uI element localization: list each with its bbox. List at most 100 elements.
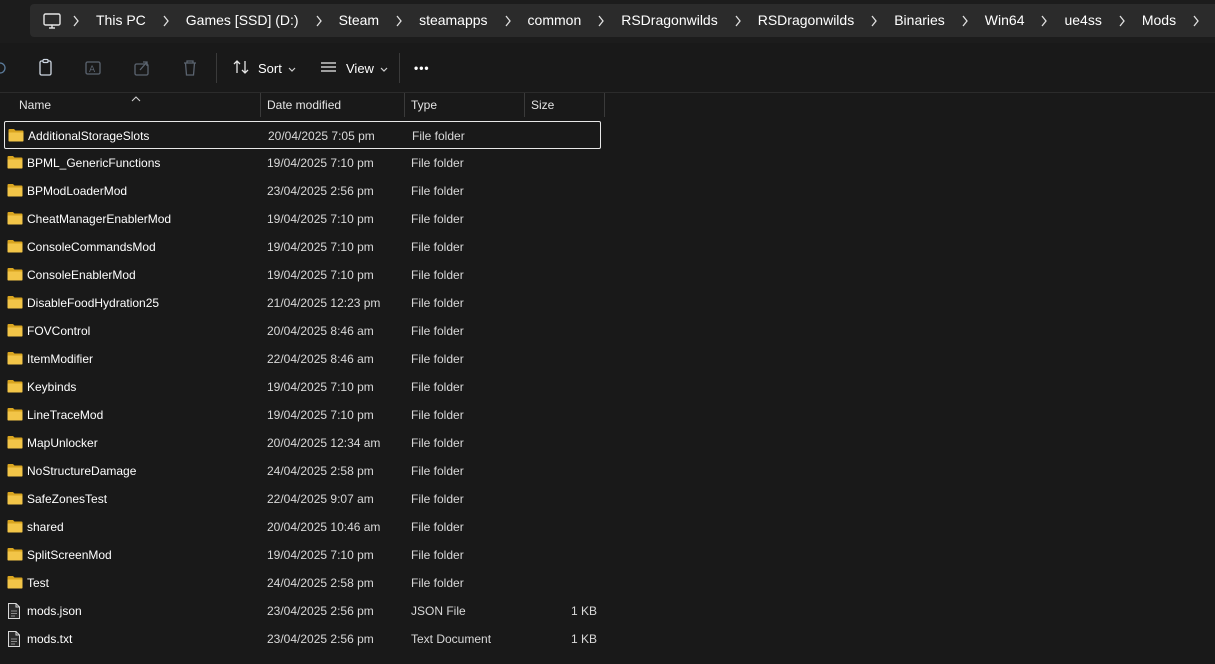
folder-row[interactable]: DisableFoodHydration25 21/04/2025 12:23 p… [4, 289, 601, 317]
folder-icon [7, 519, 23, 536]
more-options-button[interactable]: ••• [414, 55, 430, 81]
breadcrumb-item[interactable]: RSDragonwilds [615, 4, 723, 37]
rename-icon[interactable]: A [84, 58, 104, 78]
chevron-down-icon [380, 61, 388, 76]
view-icon [320, 58, 338, 79]
item-name: MapUnlocker [27, 436, 98, 450]
item-date-modified: 23/04/2025 2:56 pm [267, 632, 374, 646]
item-name: shared [27, 520, 64, 534]
folder-icon [7, 155, 23, 172]
column-header-type[interactable]: Type [405, 93, 524, 117]
file-row[interactable]: mods.json 23/04/2025 2:56 pm JSON File 1 KB [4, 597, 601, 625]
computer-icon [42, 11, 62, 31]
breadcrumb-chevron-icon[interactable] [152, 15, 180, 27]
item-date-modified: 19/04/2025 7:10 pm [267, 380, 374, 394]
address-bar[interactable]: This PC Games [SSD] (D:) Steam steamapps com… [30, 4, 1215, 37]
delete-icon[interactable] [180, 58, 200, 78]
folder-row[interactable]: SafeZonesTest 22/04/2025 9:07 am File fold… [4, 485, 601, 513]
item-date-modified: 19/04/2025 7:10 pm [267, 240, 374, 254]
folder-row[interactable]: shared 20/04/2025 10:46 am File folder [4, 513, 601, 541]
item-name: Test [27, 576, 50, 590]
breadcrumb-chevron-icon[interactable] [587, 15, 615, 27]
breadcrumb-item[interactable]: common [522, 4, 588, 37]
column-header-size[interactable]: Size [525, 93, 604, 117]
command-bar: A Sort View ••• [0, 43, 1215, 93]
folder-row[interactable]: CheatManagerEnablerMod 19/04/2025 7:10 pm… [4, 205, 601, 233]
breadcrumb-item[interactable]: Steam [333, 4, 385, 37]
item-name: LineTraceMod [27, 408, 104, 422]
sort-icon [232, 58, 250, 79]
item-type: File folder [411, 212, 464, 226]
folder-row[interactable]: ConsoleCommandsMod 19/04/2025 7:10 pm File… [4, 233, 601, 261]
item-size: 1 KB [570, 604, 597, 618]
folder-row[interactable]: Test 24/04/2025 2:58 pm File folder [4, 569, 601, 597]
breadcrumb-item[interactable]: Mods [1136, 4, 1182, 37]
item-type: File folder [411, 324, 464, 338]
breadcrumb-item[interactable]: Win64 [979, 4, 1031, 37]
breadcrumb-item[interactable]: Binaries [888, 4, 951, 37]
breadcrumb-chevron-icon[interactable] [951, 15, 979, 27]
item-date-modified: 23/04/2025 2:56 pm [267, 184, 374, 198]
breadcrumb-chevron-icon[interactable] [494, 15, 522, 27]
item-date-modified: 23/04/2025 2:56 pm [267, 604, 374, 618]
folder-icon [7, 407, 23, 424]
breadcrumb-chevron-icon[interactable] [1030, 15, 1058, 27]
breadcrumb-chevron-icon[interactable] [385, 15, 413, 27]
breadcrumb-chevron-icon[interactable] [62, 15, 90, 27]
share-icon[interactable] [132, 58, 152, 78]
item-name: Keybinds [27, 380, 77, 394]
address-bar-area: This PC Games [SSD] (D:) Steam steamapps com… [0, 0, 1215, 43]
item-type: Text Document [411, 632, 492, 646]
folder-row[interactable]: FOVControl 20/04/2025 8:46 am File folder [4, 317, 601, 345]
sort-button[interactable]: Sort [232, 55, 296, 81]
copy-icon[interactable] [36, 58, 56, 78]
item-size: 1 KB [570, 632, 597, 646]
item-name: ConsoleEnablerMod [27, 268, 136, 282]
item-name: ItemModifier [27, 352, 94, 366]
folder-row[interactable]: MapUnlocker 20/04/2025 12:34 am File folde… [4, 429, 601, 457]
folder-row[interactable]: BPML_GenericFunctions 19/04/2025 7:10 pm F… [4, 149, 601, 177]
breadcrumb-chevron-icon[interactable] [724, 15, 752, 27]
breadcrumb-chevron-icon[interactable] [1182, 15, 1210, 27]
item-type: File folder [411, 408, 464, 422]
item-type: File folder [411, 156, 464, 170]
item-name: FOVControl [27, 324, 91, 338]
breadcrumb-item[interactable]: RSDragonwilds [752, 4, 860, 37]
item-type: File folder [411, 464, 464, 478]
item-name: mods.txt [27, 632, 73, 646]
document-icon [7, 603, 21, 622]
item-type: File folder [412, 129, 465, 143]
folder-row[interactable]: NoStructureDamage 24/04/2025 2:58 pm File … [4, 457, 601, 485]
folder-row[interactable]: ItemModifier 22/04/2025 8:46 am File folde… [4, 345, 601, 373]
folder-row[interactable]: SplitScreenMod 19/04/2025 7:10 pm File fol… [4, 541, 601, 569]
column-header-name[interactable]: Name [13, 93, 260, 117]
item-type: File folder [411, 548, 464, 562]
folder-icon [7, 351, 23, 368]
item-date-modified: 22/04/2025 8:46 am [267, 352, 374, 366]
breadcrumb-item[interactable]: This PC [90, 4, 152, 37]
breadcrumb-item[interactable]: ue4ss [1058, 4, 1107, 37]
item-name: ConsoleCommandsMod [27, 240, 156, 254]
item-type: JSON File [411, 604, 466, 618]
cut-icon[interactable] [0, 58, 14, 78]
breadcrumb-chevron-icon[interactable] [305, 15, 333, 27]
file-row[interactable]: mods.txt 23/04/2025 2:56 pm Text Document 1… [4, 625, 601, 653]
view-button[interactable]: View [320, 55, 388, 81]
breadcrumb-item[interactable]: steamapps [413, 4, 493, 37]
folder-row[interactable]: LineTraceMod 19/04/2025 7:10 pm File folde… [4, 401, 601, 429]
folder-icon [7, 211, 23, 228]
item-date-modified: 19/04/2025 7:10 pm [267, 156, 374, 170]
column-header-date[interactable]: Date modified [261, 93, 404, 117]
breadcrumb-item[interactable]: Games [SSD] (D:) [180, 4, 305, 37]
breadcrumb-chevron-icon[interactable] [1108, 15, 1136, 27]
folder-row[interactable]: AdditionalStorageSlots 20/04/2025 7:05 pm… [4, 121, 601, 149]
folder-icon [7, 295, 23, 312]
column-resizer[interactable] [604, 93, 605, 117]
folder-row[interactable]: ConsoleEnablerMod 19/04/2025 7:10 pm File … [4, 261, 601, 289]
folder-row[interactable]: BPModLoaderMod 23/04/2025 2:56 pm File fol… [4, 177, 601, 205]
column-headers: Name Date modified Type Size [0, 93, 1215, 117]
breadcrumb-chevron-icon[interactable] [860, 15, 888, 27]
folder-icon [7, 323, 23, 340]
item-date-modified: 20/04/2025 8:46 am [267, 324, 374, 338]
folder-row[interactable]: Keybinds 19/04/2025 7:10 pm File folder [4, 373, 601, 401]
